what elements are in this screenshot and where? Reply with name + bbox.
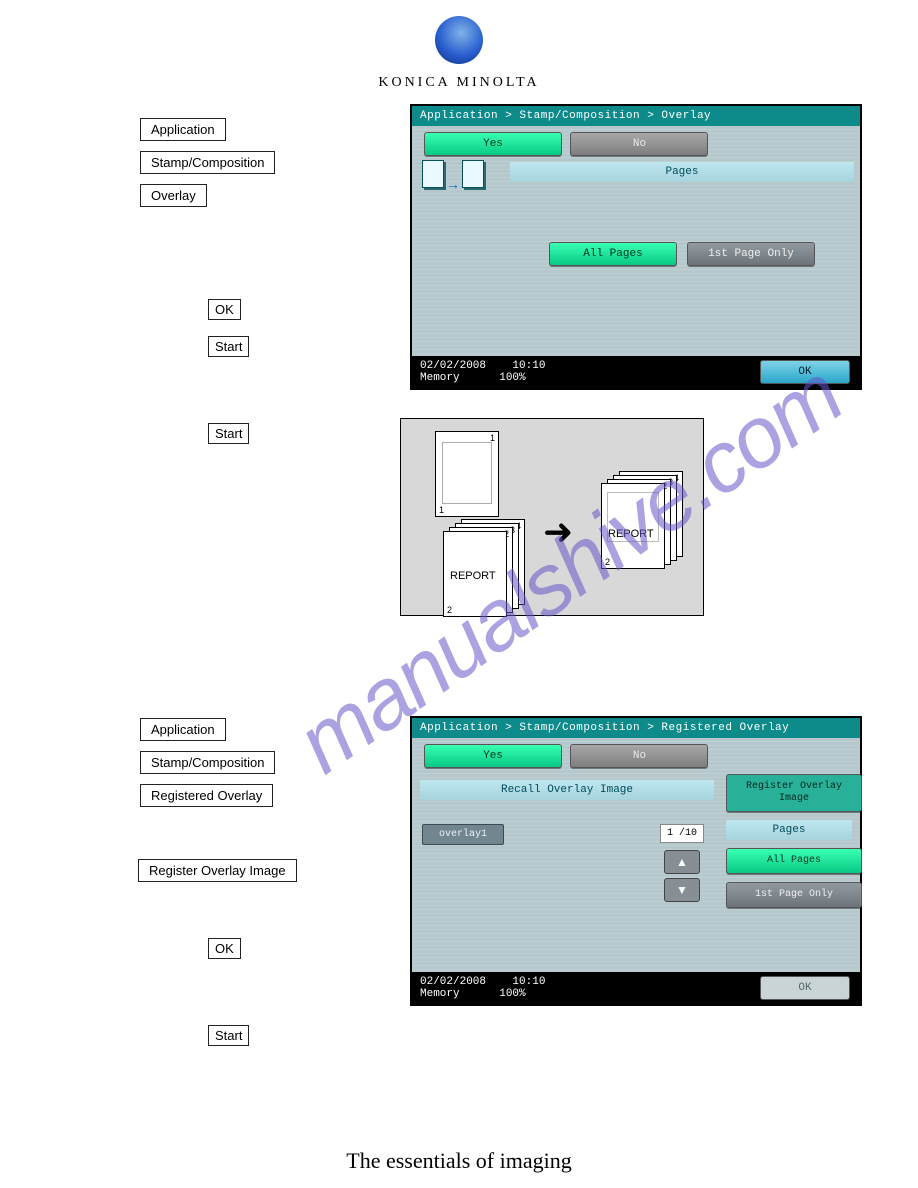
yes-button-2[interactable]: Yes — [424, 744, 562, 768]
overlay-illustration-icon: → — [422, 160, 484, 193]
overlay-diagram: 1 1 4 3 2 REPORT 2 ➜ 4 3 2 REPOR — [400, 418, 704, 616]
brand-logo-icon — [435, 16, 483, 64]
all-pages-button-2[interactable]: All Pages — [726, 848, 862, 874]
first-page-only-button-2[interactable]: 1st Page Only — [726, 882, 862, 908]
start-hint-2: Start — [208, 423, 249, 444]
nav2-box-stamp-composition: Stamp/Composition — [140, 751, 275, 774]
nav2-box-registered-overlay: Registered Overlay — [140, 784, 273, 807]
nav2-box-application: Application — [140, 718, 226, 741]
register-overlay-image-button[interactable]: Register Overlay Image — [726, 774, 862, 812]
status-date: 02/02/2008 — [420, 360, 486, 372]
status-memory-value-2: 100% — [499, 988, 525, 1000]
overlay-panel: Application > Stamp/Composition > Overla… — [410, 104, 862, 390]
page-down-button[interactable]: ▼ — [664, 878, 700, 902]
brand-logo: KONICA MINOLTA — [0, 16, 918, 91]
page-up-button[interactable]: ▲ — [664, 850, 700, 874]
footer-tagline: The essentials of imaging — [0, 1148, 918, 1174]
brand-name: KONICA MINOLTA — [0, 75, 918, 91]
recall-overlay-header: Recall Overlay Image — [420, 780, 714, 800]
first-page-only-button[interactable]: 1st Page Only — [687, 242, 815, 266]
ok-button-2[interactable]: OK — [760, 976, 850, 1000]
pages-header-2: Pages — [726, 820, 852, 840]
status-memory-label: Memory — [420, 372, 460, 384]
nav-box-overlay: Overlay — [140, 184, 207, 207]
status-bar-2: 02/02/2008 10:10 Memory 100% OK — [412, 972, 860, 1004]
register-overlay-image-hint: Register Overlay Image — [138, 859, 297, 882]
ok-hint-2: OK — [208, 938, 241, 959]
ok-hint: OK — [208, 299, 241, 320]
ok-button[interactable]: OK — [760, 360, 850, 384]
status-bar: 02/02/2008 10:10 Memory 100% OK — [412, 356, 860, 388]
nav-box-application: Application — [140, 118, 226, 141]
status-memory-label-2: Memory — [420, 988, 460, 1000]
no-button-2[interactable]: No — [570, 744, 708, 768]
status-memory-value: 100% — [499, 372, 525, 384]
nav-box-stamp-composition: Stamp/Composition — [140, 151, 275, 174]
no-button[interactable]: No — [570, 132, 708, 156]
arrow-right-icon: ➜ — [543, 511, 573, 553]
yes-button[interactable]: Yes — [424, 132, 562, 156]
panel2-breadcrumb: Application > Stamp/Composition > Regist… — [412, 718, 860, 738]
status-time: 10:10 — [512, 360, 545, 372]
page-indicator: 1 /10 — [660, 824, 704, 843]
status-date-2: 02/02/2008 — [420, 976, 486, 988]
overlay-item-1[interactable]: overlay1 — [422, 824, 504, 845]
pages-header: Pages — [510, 162, 854, 182]
start-hint-3: Start — [208, 1025, 249, 1046]
panel-breadcrumb: Application > Stamp/Composition > Overla… — [412, 106, 860, 126]
start-hint: Start — [208, 336, 249, 357]
all-pages-button[interactable]: All Pages — [549, 242, 677, 266]
registered-overlay-panel: Application > Stamp/Composition > Regist… — [410, 716, 862, 1006]
status-time-2: 10:10 — [512, 976, 545, 988]
